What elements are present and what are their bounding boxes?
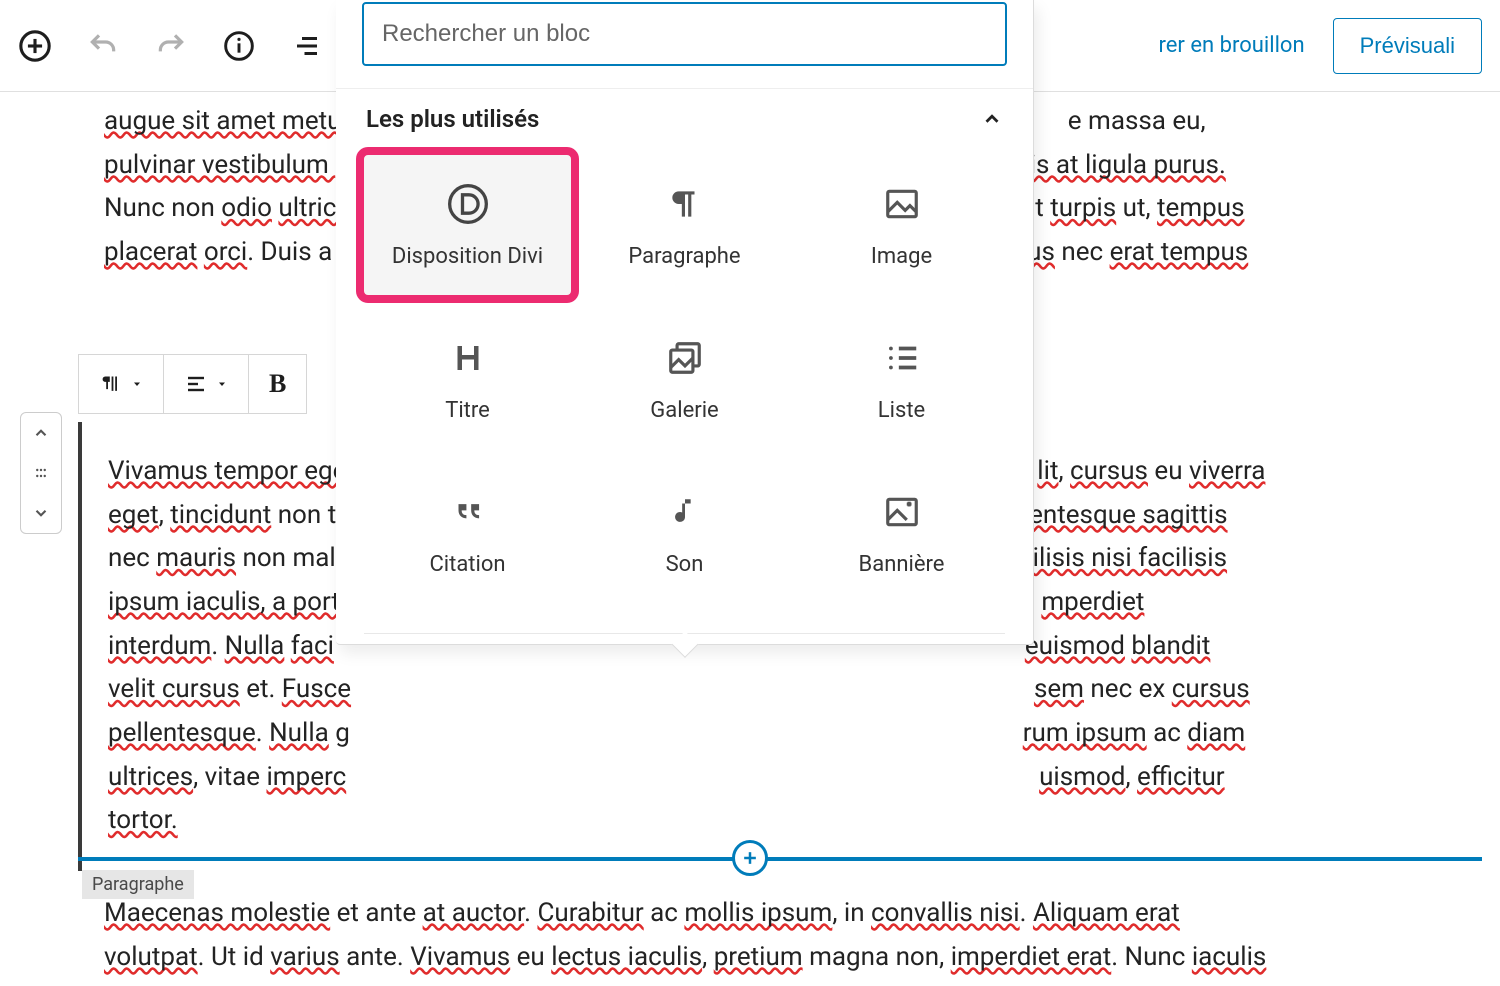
text-fragment: placerat orci. Duis a	[104, 237, 339, 267]
text-fragment: Maecenas molestie et ante at auctor. Cur…	[104, 898, 1180, 928]
move-down-icon[interactable]	[21, 493, 61, 533]
redo-icon[interactable]	[154, 29, 188, 63]
block-label: Disposition Divi	[392, 244, 543, 269]
paragraph-icon	[663, 182, 707, 226]
block-item-paragraph[interactable]: Paragraphe	[581, 155, 788, 295]
block-label: Galerie	[650, 398, 718, 423]
audio-icon	[663, 490, 707, 534]
text-fragment: t turpis ut, tempus	[1035, 193, 1244, 223]
block-label: Citation	[429, 552, 505, 577]
add-block-icon[interactable]	[18, 29, 52, 63]
text-fragment: pulvinar vestibulum	[104, 150, 335, 180]
text-fragment: is at ligula purus.	[1030, 150, 1226, 180]
bold-label: B	[269, 369, 286, 399]
text-fragment: tortor.	[108, 805, 178, 835]
undo-icon[interactable]	[86, 29, 120, 63]
block-item-quote[interactable]: Citation	[364, 463, 571, 603]
gallery-icon	[663, 336, 707, 380]
popover-footer-divider	[364, 633, 1005, 634]
heading-icon	[446, 336, 490, 380]
cover-icon	[880, 490, 924, 534]
quote-icon	[446, 490, 490, 534]
block-grid: Disposition Divi Paragraphe Image Titre	[336, 143, 1033, 633]
block-mover	[20, 412, 62, 534]
block-label: Image	[871, 244, 932, 269]
block-item-cover[interactable]: Bannière	[798, 463, 1005, 603]
toolbar-right-group: rer en brouillon Prévisuali	[1159, 18, 1483, 74]
text-fragment: entesque sagittis	[1029, 500, 1227, 530]
block-item-gallery[interactable]: Galerie	[581, 309, 788, 449]
text-fragment: nec mauris non mal	[108, 543, 336, 573]
block-item-audio[interactable]: Son	[581, 463, 788, 603]
block-insertion-line	[78, 857, 1482, 861]
text-fragment: volutpat. Ut id varius ante. Vivamus eu …	[104, 942, 1266, 972]
text-fragment: Nunc non odio ultric	[104, 193, 336, 223]
text-fragment: velit cursus et. Fusce	[108, 674, 351, 704]
text-fragment: us nec erat tempus	[1027, 237, 1248, 267]
text-fragment: ilisis nisi facilisis	[1033, 543, 1227, 573]
text-fragment: pellentesque. Nulla g	[108, 718, 350, 748]
text-fragment: mperdiet	[1041, 587, 1144, 617]
block-label: Titre	[445, 398, 490, 423]
block-item-image[interactable]: Image	[798, 155, 1005, 295]
text-fragment: augue sit amet metus	[104, 106, 355, 136]
toolbar-left-group	[18, 29, 324, 63]
text-fragment: uismod, efficitur	[1039, 762, 1225, 792]
align-button[interactable]	[164, 355, 249, 413]
text-fragment: interdum. Nulla faci	[108, 631, 334, 661]
paragraph-block[interactable]: Maecenas molestie et ante at auctor. Cur…	[0, 892, 1500, 979]
section-title: Les plus utilisés	[366, 105, 539, 133]
text-fragment: Vivamus tempor ege	[108, 456, 346, 486]
block-toolbar: B	[78, 354, 307, 414]
block-item-heading[interactable]: Titre	[364, 309, 571, 449]
text-fragment: eget, tincidunt non t	[108, 500, 336, 530]
info-icon[interactable]	[222, 29, 256, 63]
block-type-button[interactable]	[79, 355, 164, 413]
bold-button[interactable]: B	[249, 355, 306, 413]
text-fragment: rum ipsum ac diam	[1023, 718, 1245, 748]
block-inserter-popover: Les plus utilisés Disposition Divi Parag…	[336, 0, 1034, 645]
search-input[interactable]	[362, 2, 1007, 66]
save-draft-button[interactable]: rer en brouillon	[1159, 33, 1305, 58]
list-icon	[880, 336, 924, 380]
image-icon	[880, 182, 924, 226]
block-label: Paragraphe	[628, 244, 740, 269]
text-fragment: e massa eu,	[1068, 106, 1206, 136]
block-item-list[interactable]: Liste	[798, 309, 1005, 449]
text-fragment: euismod blandit	[1025, 631, 1211, 661]
insert-block-button[interactable]	[732, 840, 768, 876]
block-label: Bannière	[859, 552, 945, 577]
preview-button[interactable]: Prévisuali	[1333, 18, 1482, 74]
text-fragment: ultrices, vitae imperc	[108, 762, 346, 792]
block-item-divi[interactable]: Disposition Divi	[364, 155, 571, 295]
most-used-section-header[interactable]: Les plus utilisés	[336, 88, 1033, 143]
text-fragment: sem nec ex cursus	[1034, 674, 1250, 704]
drag-handle-icon[interactable]	[21, 453, 61, 493]
block-label: Son	[666, 552, 704, 577]
outline-icon[interactable]	[290, 29, 324, 63]
text-fragment: ipsum iaculis, a portt	[108, 587, 348, 617]
block-label: Liste	[878, 398, 925, 423]
divi-icon	[446, 182, 490, 226]
chevron-up-icon	[981, 108, 1003, 130]
move-up-icon[interactable]	[21, 413, 61, 453]
text-fragment: lit, cursus eu viverra	[1037, 456, 1265, 486]
